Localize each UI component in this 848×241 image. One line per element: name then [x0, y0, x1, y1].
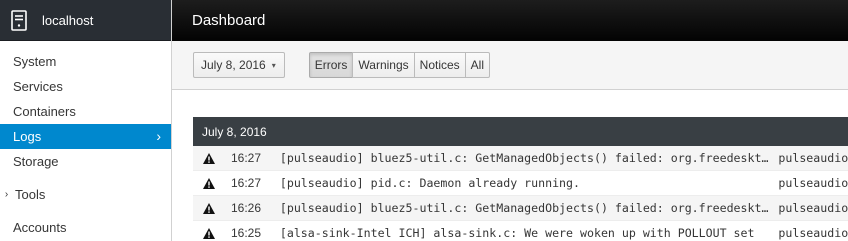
nav-item-services[interactable]: Services	[0, 74, 171, 99]
priority-all-button[interactable]: All	[464, 52, 491, 78]
log-service: pulseaudio	[778, 226, 848, 240]
warning-icon	[203, 177, 215, 189]
nav-item-containers[interactable]: Containers	[0, 99, 171, 124]
log-message: [pulseaudio] bluez5-util.c: GetManagedOb…	[279, 151, 775, 165]
priority-label: Notices	[419, 58, 460, 72]
server-icon	[10, 9, 28, 31]
nav-item-logs[interactable]: Logs ›	[0, 124, 171, 149]
nav-item-label: Containers	[13, 104, 76, 119]
chevron-right-icon: ›	[156, 128, 161, 144]
priority-notices-button[interactable]: Notices	[413, 52, 466, 78]
log-message: [alsa-sink-Intel ICH] alsa-sink.c: We we…	[279, 226, 755, 240]
log-message: [pulseaudio] bluez5-util.c: GetManagedOb…	[279, 201, 775, 215]
host-switcher[interactable]: localhost	[0, 0, 171, 41]
nav-item-label: Logs	[13, 129, 42, 144]
nav-item-label: Services	[13, 79, 63, 94]
log-time: 16:25	[231, 226, 262, 240]
log-service: pulseaudio	[778, 201, 848, 215]
warning-icon	[203, 227, 215, 239]
log-entry[interactable]: 16:27 [pulseaudio] bluez5-util.c: GetMan…	[193, 146, 848, 171]
host-name: localhost	[42, 12, 94, 28]
log-entries: 16:27 [pulseaudio] bluez5-util.c: GetMan…	[193, 146, 848, 241]
log-time: 16:27	[231, 176, 262, 190]
log-entry[interactable]: 16:25 [alsa-sink-Intel ICH] alsa-sink.c:…	[193, 221, 848, 241]
nav-item-label: Accounts	[13, 220, 67, 235]
log-time: 16:26	[231, 201, 262, 215]
page-title: Dashboard	[192, 12, 266, 29]
page-header: Dashboard	[172, 0, 848, 41]
sidebar: localhost System Services Containers Log…	[0, 0, 172, 241]
nav-group-label: Tools	[15, 187, 46, 202]
warning-icon	[203, 202, 215, 214]
main-content: Dashboard July 8, 2016 ▾ Errors Warnings…	[172, 0, 848, 241]
log-time: 16:27	[231, 151, 262, 165]
chevron-right-icon: ›	[4, 189, 9, 200]
nav-item-label: Storage	[13, 154, 59, 169]
log-service: pulseaudio	[778, 176, 848, 190]
nav-item-accounts[interactable]: Accounts	[0, 215, 171, 240]
priority-errors-button[interactable]: Errors	[308, 52, 354, 78]
priority-filter: Errors Warnings Notices All	[308, 52, 491, 78]
nav-group-tools[interactable]: › Tools	[0, 182, 171, 207]
nav-item-system[interactable]: System	[0, 49, 171, 74]
priority-warnings-button[interactable]: Warnings	[352, 52, 415, 78]
log-panel: July 8, 2016 16:27 [pulseaudio] bluez5-u…	[193, 117, 848, 241]
priority-label: Warnings	[358, 58, 409, 72]
chevron-down-icon: ▾	[271, 60, 276, 70]
date-picker-label: July 8, 2016	[201, 58, 266, 72]
log-filter-toolbar: July 8, 2016 ▾ Errors Warnings Notices A…	[172, 41, 848, 90]
priority-label: All	[470, 58, 485, 72]
log-day-label: July 8, 2016	[202, 124, 267, 139]
log-service: pulseaudio	[778, 151, 848, 165]
warning-icon	[203, 152, 215, 164]
main-nav: System Services Containers Logs › Storag…	[0, 41, 171, 240]
date-picker-button[interactable]: July 8, 2016 ▾	[193, 52, 285, 78]
nav-item-label: System	[13, 54, 57, 69]
log-entry[interactable]: 16:27 [pulseaudio] pid.c: Daemon already…	[193, 171, 848, 196]
log-day-heading: July 8, 2016	[193, 117, 848, 146]
log-entry[interactable]: 16:26 [pulseaudio] bluez5-util.c: GetMan…	[193, 196, 848, 221]
nav-item-storage[interactable]: Storage	[0, 149, 171, 174]
log-message: [pulseaudio] pid.c: Daemon already runni…	[279, 176, 581, 190]
priority-label: Errors	[314, 58, 348, 72]
